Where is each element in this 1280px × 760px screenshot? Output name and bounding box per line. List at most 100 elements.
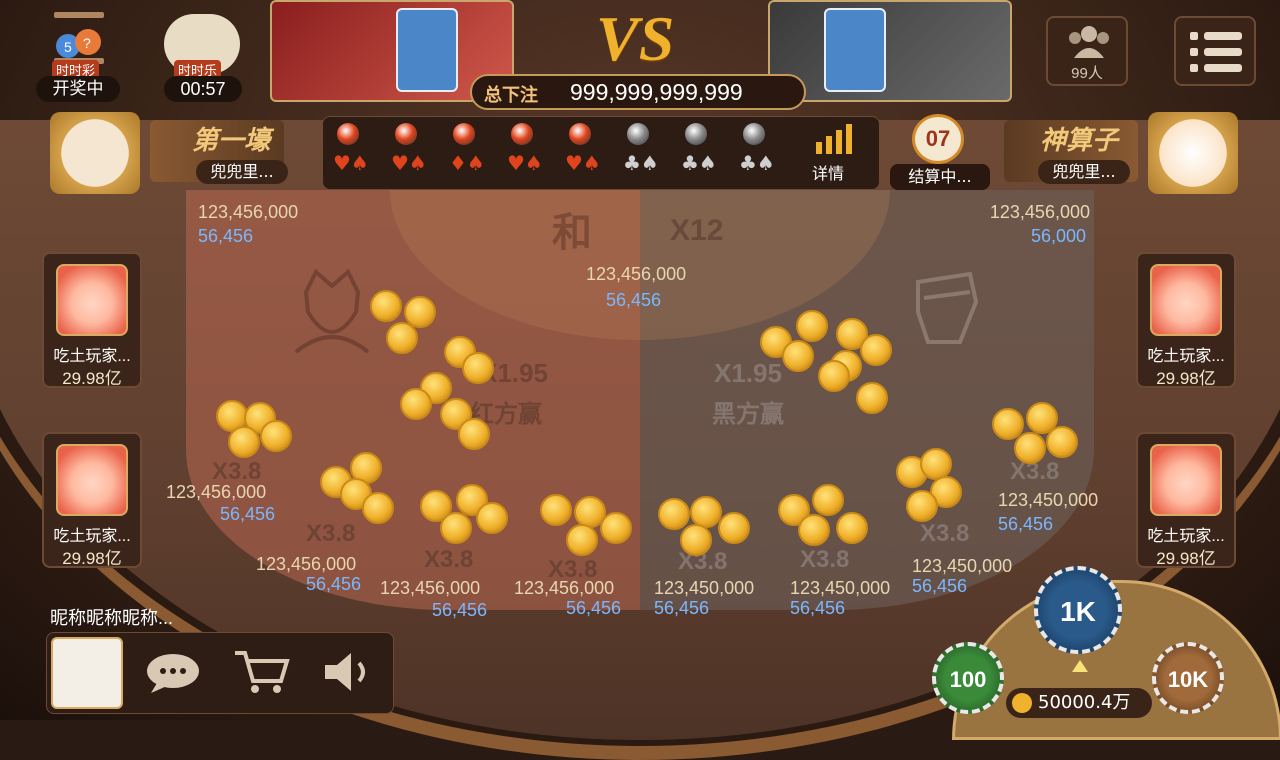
avatar — [56, 264, 128, 336]
top-luck-player[interactable]: 神算子 兜兜里... — [1004, 112, 1248, 194]
chip-100[interactable]: 100 — [932, 642, 1004, 714]
result-suit: ♣♠ — [623, 151, 659, 175]
seat-left-top[interactable]: 吃土玩家... 29.98亿 — [42, 252, 142, 388]
side-total: 123,450,000 — [654, 578, 755, 598]
result-ball — [337, 123, 359, 145]
side-multiplier: X3.8 — [920, 520, 970, 547]
side-mine: 56,456 — [998, 514, 1054, 534]
tie-total: 123,456,000 — [586, 264, 687, 284]
result-suit: ♣♠ — [739, 151, 775, 175]
gold-chip — [458, 418, 490, 450]
side-multiplier: X3.8 — [306, 520, 356, 547]
shop-button[interactable] — [231, 647, 291, 697]
side-total: 123,456,000 — [256, 554, 357, 574]
side-mine: 56,456 — [306, 574, 362, 594]
result-suit: ♥♠ — [565, 151, 601, 175]
details-button[interactable]: 详情 — [806, 120, 862, 184]
gold-chip — [860, 334, 892, 366]
coin-icon — [1012, 693, 1032, 713]
tie-multiplier: X12 — [670, 214, 724, 247]
side-mine: 56,456 — [566, 598, 622, 618]
top-rich-player[interactable]: 第一壕 兜兜里... — [40, 112, 288, 194]
clock-status: 结算中... — [890, 164, 990, 190]
seat-right-top[interactable]: 吃土玩家... 29.98亿 — [1136, 252, 1236, 388]
lottery-button[interactable]: 5 ? 时时彩 — [46, 10, 112, 79]
gold-chip — [818, 360, 850, 392]
online-count: 99人 — [1071, 65, 1103, 82]
gold-chip — [400, 388, 432, 420]
side-multiplier: X3.8 — [800, 546, 850, 573]
gold-chip — [600, 512, 632, 544]
my-nickname: 昵称昵称昵称... — [50, 608, 174, 628]
seat-gold: 29.98亿 — [62, 369, 122, 388]
clock-icon: 07 — [908, 112, 968, 164]
result-suit: ♥♠ — [333, 151, 369, 175]
gold-chip — [680, 524, 712, 556]
rank-title: 第一壕 — [192, 125, 271, 155]
avatar — [56, 444, 128, 516]
gold-chip — [386, 322, 418, 354]
gold-chip — [476, 502, 508, 534]
people-icon — [1069, 26, 1109, 58]
side-mine: 56,456 — [432, 600, 488, 620]
seat-right-bottom[interactable]: 吃土玩家... 29.98亿 — [1136, 432, 1236, 568]
online-players-button[interactable]: 99人 — [1046, 16, 1128, 86]
avatar — [1150, 444, 1222, 516]
chat-icon — [147, 654, 199, 693]
gold-chip — [906, 490, 938, 522]
side-mine: 56,456 — [912, 576, 968, 596]
chat-button[interactable] — [143, 651, 203, 695]
side-mine: 56,456 — [220, 504, 276, 524]
gold-chip — [782, 340, 814, 372]
gold-chip — [658, 498, 690, 530]
seat-name: 吃土玩家... — [1147, 348, 1225, 365]
avatar — [50, 112, 140, 194]
seat-left-bottom[interactable]: 吃土玩家... 29.98亿 — [42, 432, 142, 568]
side-multiplier: X3.8 — [424, 546, 474, 573]
result-ball — [453, 123, 475, 145]
rank-name: 兜兜里... — [196, 160, 288, 184]
results-road: ♥♠ ♥♠ ♦♠ ♥♠ ♥♠ ♣♠ ♣♠ ♣♠ — [322, 116, 880, 190]
side-total: 123,450,000 — [998, 490, 1099, 510]
side-total: 123,456,000 — [380, 578, 481, 598]
side-total: 123,450,000 — [912, 556, 1013, 576]
total-bet-bar: 总下注 999,999,999,999 — [470, 74, 806, 110]
gold-chip — [1014, 432, 1046, 464]
seat-name: 吃土玩家... — [53, 348, 131, 365]
sound-button[interactable] — [321, 647, 377, 697]
king-emblem-icon — [294, 268, 370, 354]
seat-gold: 29.98亿 — [1156, 369, 1216, 388]
side-mine: 56,456 — [790, 598, 846, 618]
gold-chip — [718, 512, 750, 544]
side-total: 123,456,000 — [166, 482, 267, 502]
result-suit: ♦♠ — [449, 151, 485, 175]
poker-button[interactable]: 时时乐 — [160, 12, 244, 79]
chip-10k[interactable]: 10K — [1152, 642, 1224, 714]
result-ball — [569, 123, 591, 145]
result-ball — [685, 123, 707, 145]
black-mine: 56,000 — [1030, 226, 1086, 246]
balance-bar: 50000.4万 — [1006, 688, 1152, 718]
rank-title: 神算子 — [1040, 125, 1119, 155]
gold-chip — [836, 512, 868, 544]
result-ball — [395, 123, 417, 145]
gold-chip — [798, 514, 830, 546]
result-suit: ♥♠ — [507, 151, 543, 175]
black-multiplier: X1.95 — [714, 358, 782, 388]
result-ball — [743, 123, 765, 145]
gold-chip — [1046, 426, 1078, 458]
gold-chip — [462, 352, 494, 384]
my-avatar[interactable] — [51, 637, 123, 709]
red-mine: 56,456 — [198, 226, 254, 246]
total-bet-value: 999,999,999,999 — [570, 79, 743, 105]
chip-1k[interactable]: 1K — [1034, 566, 1122, 654]
tie-mine: 56,456 — [606, 290, 662, 310]
rank-name: 兜兜里... — [1038, 160, 1130, 184]
details-label: 详情 — [812, 164, 845, 183]
lottery-balls-icon: 5 ? — [54, 12, 104, 64]
clock-value: 07 — [925, 126, 951, 151]
result-ball — [511, 123, 533, 145]
menu-button[interactable] — [1174, 16, 1256, 86]
bottom-toolbar — [46, 632, 394, 714]
svg-text:5: 5 — [64, 39, 72, 55]
